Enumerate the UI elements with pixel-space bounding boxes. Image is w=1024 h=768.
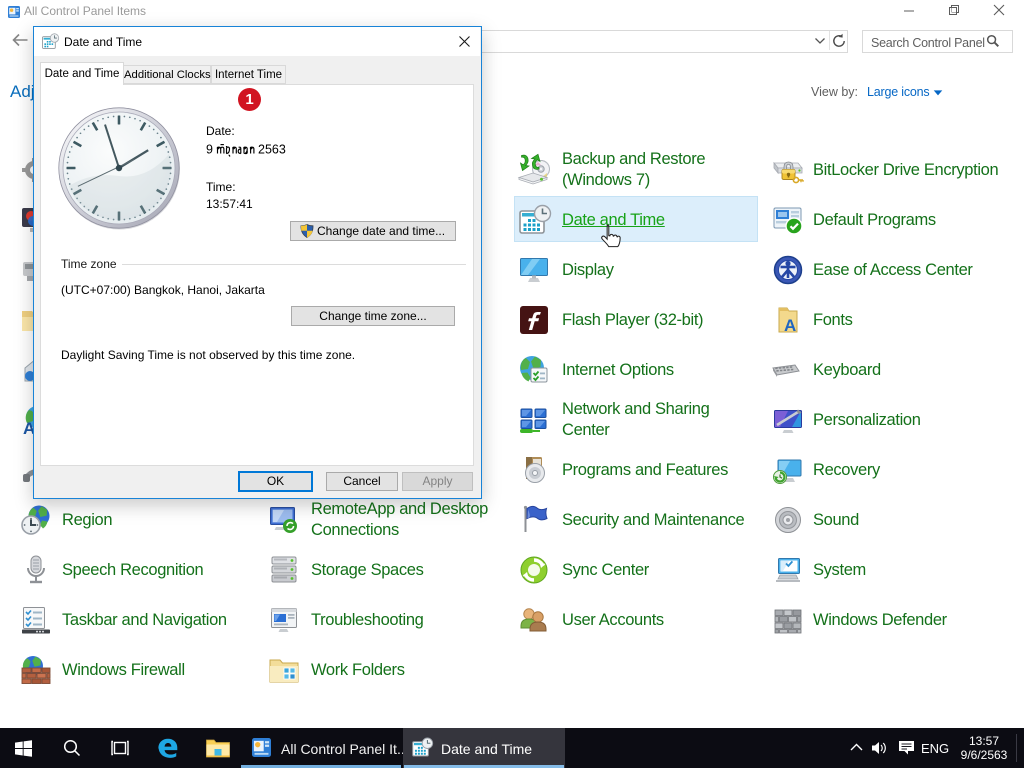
svg-text:9: 9 (206, 143, 213, 157)
svg-text:2563: 2563 (258, 143, 286, 157)
svg-text:A: A (784, 316, 796, 335)
